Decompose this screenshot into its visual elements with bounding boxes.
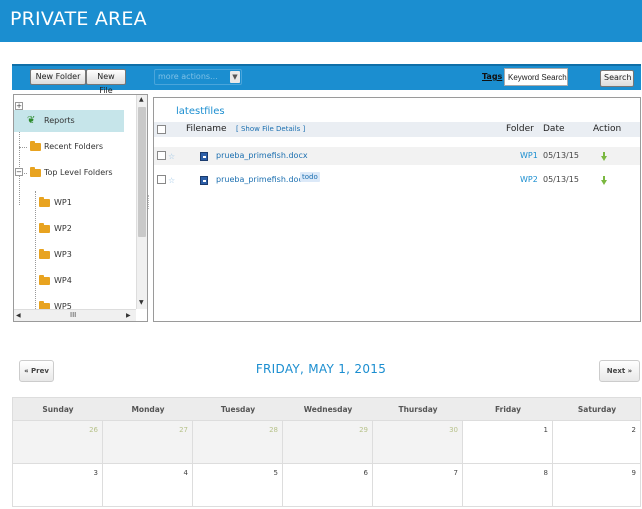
- tree-item-label: Reports: [44, 116, 75, 125]
- file-toolbar: New Folder New File more actions... ▼ Ta…: [12, 64, 641, 95]
- file-row: ☆ prueba_primefish.docx WP1 05/13/15: [154, 147, 640, 165]
- reports-icon: ❦: [27, 115, 36, 126]
- download-icon[interactable]: [601, 152, 607, 161]
- page-header: PRIVATE AREA: [0, 0, 642, 42]
- scroll-up-icon[interactable]: ▲: [139, 96, 144, 103]
- scrollbar-grip: III: [70, 311, 77, 319]
- calendar-day[interactable]: 6: [283, 464, 373, 506]
- latest-files-panel: latestfiles Filename [ Show File Details…: [153, 97, 641, 322]
- calendar-weekday-header: Sunday Monday Tuesday Wednesday Thursday…: [12, 397, 641, 421]
- folder-icon: [39, 275, 50, 285]
- file-date: 05/13/15: [543, 151, 579, 160]
- tree-item-label: WP3: [54, 250, 72, 259]
- calendar-title: FRIDAY, MAY 1, 2015: [255, 362, 387, 376]
- star-icon[interactable]: ☆: [168, 172, 175, 190]
- tree-item-label: WP2: [54, 224, 72, 233]
- tree-item-label: Top Level Folders: [44, 168, 113, 177]
- tree-horizontal-scrollbar[interactable]: ◀ III ▶: [14, 309, 136, 321]
- weekday-saturday: Saturday: [577, 405, 617, 414]
- scroll-right-icon[interactable]: ▶: [126, 312, 131, 319]
- tree-item-reports[interactable]: ❦ Reports: [14, 110, 124, 132]
- tree-item-wp5[interactable]: WP5: [14, 296, 124, 309]
- download-icon[interactable]: [601, 176, 607, 185]
- calendar-day[interactable]: 30: [373, 421, 463, 463]
- show-file-details-link[interactable]: [ Show File Details ]: [236, 122, 305, 137]
- panel-splitter[interactable]: [148, 195, 150, 209]
- file-row: ☆ prueba_primefish.docx todo WP2 05/13/1…: [154, 171, 640, 189]
- tree-item-wp1[interactable]: WP1: [14, 192, 124, 214]
- new-folder-button[interactable]: New Folder: [30, 69, 86, 85]
- calendar-day[interactable]: 1: [463, 421, 553, 463]
- tree-expander[interactable]: +: [15, 102, 23, 110]
- scroll-down-icon[interactable]: ▼: [139, 299, 144, 306]
- calendar-day[interactable]: 28: [193, 421, 283, 463]
- tree-item-wp4[interactable]: WP4: [14, 270, 124, 292]
- files-title: latestfiles: [176, 106, 225, 117]
- tree-item-wp3[interactable]: WP3: [14, 244, 124, 266]
- calendar-day[interactable]: 7: [373, 464, 463, 506]
- weekday-tuesday: Tuesday: [220, 405, 256, 414]
- tree-item-label: WP1: [54, 198, 72, 207]
- folder-icon: [39, 249, 50, 259]
- calendar-day[interactable]: 5: [193, 464, 283, 506]
- calendar-week: 3 4 5 6 7 8 9: [12, 464, 641, 507]
- word-doc-icon: [200, 176, 208, 185]
- folder-link[interactable]: WP2: [520, 171, 538, 189]
- folder-link[interactable]: WP1: [520, 147, 538, 165]
- weekday-thursday: Thursday: [398, 405, 438, 414]
- file-date: 05/13/15: [543, 175, 579, 184]
- tree-item-label: WP5: [54, 302, 72, 309]
- weekday-friday: Friday: [494, 405, 521, 414]
- calendar-day[interactable]: 8: [463, 464, 553, 506]
- show-details-label: Show File Details: [240, 125, 301, 133]
- search-button[interactable]: Search: [600, 70, 634, 87]
- folder-icon: [39, 223, 50, 233]
- tree-item-label: Recent Folders: [44, 142, 104, 151]
- more-actions-placeholder: more actions...: [158, 72, 218, 81]
- files-header-row: Filename [ Show File Details ] Folder Da…: [154, 122, 640, 137]
- calendar-day[interactable]: 4: [103, 464, 193, 506]
- scrollbar-thumb[interactable]: [138, 107, 146, 237]
- page-title: PRIVATE AREA: [10, 8, 147, 30]
- tree-item-label: WP4: [54, 276, 72, 285]
- next-month-button[interactable]: Next »: [599, 360, 640, 382]
- star-icon[interactable]: ☆: [168, 148, 175, 166]
- folder-icon: [39, 197, 50, 207]
- scroll-left-icon[interactable]: ◀: [16, 312, 21, 319]
- todo-tag[interactable]: todo: [300, 172, 320, 182]
- weekday-sunday: Sunday: [42, 405, 74, 414]
- row-checkbox[interactable]: [157, 151, 166, 160]
- new-file-button[interactable]: New File: [86, 69, 126, 95]
- row-checkbox[interactable]: [157, 175, 166, 184]
- calendar-day[interactable]: 26: [13, 421, 103, 463]
- tags-link[interactable]: Tags: [482, 72, 502, 81]
- calendar-week: 26 27 28 29 30 1 2: [12, 421, 641, 464]
- folder-tree: + − ❦ Reports Recent Folders Top Level F…: [13, 94, 148, 322]
- col-filename: Filename: [186, 124, 227, 134]
- tree-vertical-scrollbar[interactable]: ▲ ▼: [136, 95, 147, 309]
- tree-item-top-level-folders[interactable]: Top Level Folders: [14, 162, 124, 184]
- calendar-day[interactable]: 9: [553, 464, 640, 506]
- folder-icon: [30, 141, 41, 151]
- tree-item-recent-folders[interactable]: Recent Folders: [14, 136, 124, 158]
- col-action: Action: [593, 124, 622, 134]
- search-input[interactable]: [504, 68, 568, 86]
- col-folder: Folder: [506, 124, 534, 134]
- calendar-day[interactable]: 3: [13, 464, 103, 506]
- more-actions-select[interactable]: more actions... ▼: [154, 69, 242, 85]
- col-date: Date: [543, 124, 565, 134]
- select-all-checkbox[interactable]: [157, 125, 166, 134]
- chevron-down-icon: ▼: [230, 71, 240, 83]
- weekday-monday: Monday: [131, 405, 165, 414]
- tree-item-wp2[interactable]: WP2: [14, 218, 124, 240]
- word-doc-icon: [200, 152, 208, 161]
- weekday-wednesday: Wednesday: [303, 405, 353, 414]
- calendar-day[interactable]: 2: [553, 421, 640, 463]
- file-name-link[interactable]: prueba_primefish.docx: [216, 171, 308, 189]
- folder-icon: [30, 167, 41, 177]
- calendar-day[interactable]: 27: [103, 421, 193, 463]
- calendar-day[interactable]: 29: [283, 421, 373, 463]
- file-name-link[interactable]: prueba_primefish.docx: [216, 147, 308, 165]
